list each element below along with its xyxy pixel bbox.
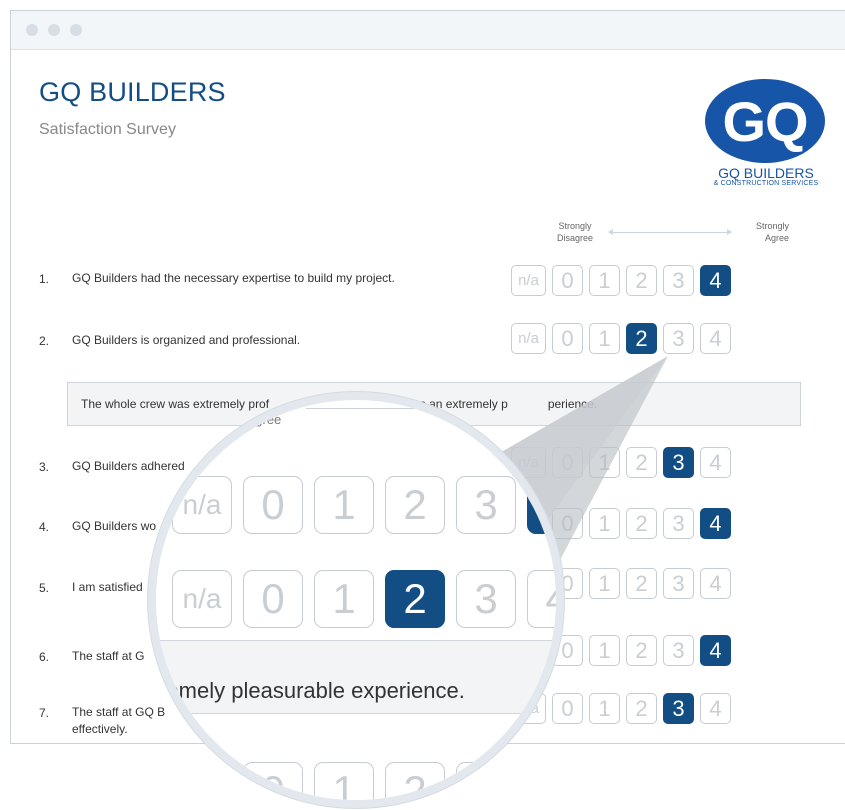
rating-option-2[interactable]: 2: [626, 323, 657, 354]
magnified-rating-option-na: n/a: [172, 762, 232, 800]
rating-option-2[interactable]: 2: [626, 265, 657, 296]
rating-option-1[interactable]: 1: [589, 693, 620, 724]
rating-option-0[interactable]: 0: [552, 447, 583, 478]
rating-option-3[interactable]: 3: [663, 447, 694, 478]
window-control-minimize[interactable]: [48, 24, 60, 36]
window-control-maximize[interactable]: [70, 24, 82, 36]
scale-label-disagree: Strongly Disagree: [557, 220, 593, 244]
rating-option-3[interactable]: 3: [663, 693, 694, 724]
question-text-line: The staff at G: [72, 649, 145, 663]
question-number: 2.: [39, 334, 50, 348]
question-text-line: GQ Builders is organized and professiona…: [72, 333, 301, 347]
magnified-rating-option-na: n/a: [172, 476, 232, 534]
rating-option-0[interactable]: 0: [552, 323, 583, 354]
rating-option-1[interactable]: 1: [589, 635, 620, 666]
magnified-rating-option-4: 4: [527, 570, 556, 628]
scale-right-line2: Agree: [765, 233, 790, 243]
survey-subtitle: Satisfaction Survey: [39, 121, 176, 138]
rating-option-4[interactable]: 4: [700, 568, 731, 599]
magnified-rating-option-0: 0: [243, 570, 303, 628]
magnified-rating-option-4: 4: [527, 762, 556, 800]
rating-group: n/a01234: [511, 265, 731, 296]
rating-option-3[interactable]: 3: [663, 568, 694, 599]
rating-option-4[interactable]: 4: [700, 447, 731, 478]
scale-left-line1: Strongly: [558, 221, 592, 231]
magnified-rating-option-0: 0: [243, 762, 303, 800]
magnified-rating-option-2: 2: [385, 762, 445, 800]
rating-option-0[interactable]: 0: [552, 693, 583, 724]
magnified-rating-option-3: 3: [456, 570, 516, 628]
rating-option-0[interactable]: 0: [552, 265, 583, 296]
rating-option-3[interactable]: 3: [663, 508, 694, 539]
rating-option-2[interactable]: 2: [626, 693, 657, 724]
rating-group: n/a01234: [511, 323, 731, 354]
question-text: GQ Builders had the necessary expertise …: [72, 270, 492, 287]
question-number: 7.: [39, 706, 50, 720]
rating-option-1[interactable]: 1: [589, 265, 620, 296]
logo-mark: GQ: [705, 79, 825, 163]
company-title: GQ BUILDERS: [39, 77, 226, 107]
rating-option-2[interactable]: 2: [626, 635, 657, 666]
rating-option-na[interactable]: n/a: [511, 265, 546, 296]
rating-option-3[interactable]: 3: [663, 323, 694, 354]
question-number: 5.: [39, 581, 50, 595]
window-control-close[interactable]: [26, 24, 38, 36]
rating-option-2[interactable]: 2: [626, 568, 657, 599]
window-titlebar: [11, 11, 845, 50]
question-number: 1.: [39, 272, 50, 286]
question-text: GQ Builders is organized and professiona…: [72, 332, 492, 349]
rating-option-4[interactable]: 4: [700, 508, 731, 539]
magnified-rating-option-2: 2: [385, 476, 445, 534]
magnified-rating-option-1: 1: [314, 570, 374, 628]
company-logo: GQ GQ BUILDERS & CONSTRUCTION SERVICES: [701, 79, 831, 199]
question-number: 3.: [39, 460, 50, 474]
magnified-rating-option-1: 1: [314, 762, 374, 800]
scale-label-agree: Strongly Agree: [756, 220, 789, 244]
magnified-rating-option-2: 2: [385, 570, 445, 628]
magnified-comment-text: tremely pleasurable experience.: [153, 678, 465, 703]
rating-option-1[interactable]: 1: [589, 568, 620, 599]
scale-right-line1: Strongly: [756, 221, 790, 231]
logo-tagline: & CONSTRUCTION SERVICES: [713, 180, 819, 187]
magnified-scale-label: agree: [248, 412, 282, 427]
rating-option-4[interactable]: 4: [700, 635, 731, 666]
rating-option-1[interactable]: 1: [589, 323, 620, 354]
magnified-rating-option-na: n/a: [172, 570, 232, 628]
question-text-line: effectively.: [72, 722, 128, 736]
question-text-line: GQ Builders wo: [72, 519, 157, 533]
rating-option-0[interactable]: 0: [552, 508, 583, 539]
rating-option-4[interactable]: 4: [700, 693, 731, 724]
rating-option-3[interactable]: 3: [663, 265, 694, 296]
rating-option-1[interactable]: 1: [589, 508, 620, 539]
question-text-line: I am satisfied: [72, 580, 143, 594]
magnified-rating-option-3: 3: [456, 476, 516, 534]
magnified-scale-arrow: [306, 408, 476, 409]
magnified-rating-option-3: 3: [456, 762, 516, 800]
question-text-line: The staff at GQ B: [72, 705, 166, 719]
rating-option-1[interactable]: 1: [589, 447, 620, 478]
magnifier-lens: agreen/a01234n/a01234n/a01234tremely ple…: [148, 392, 564, 808]
scale-arrow: [608, 229, 732, 235]
rating-option-2[interactable]: 2: [626, 508, 657, 539]
question-text-line: GQ Builders had the necessary expertise …: [72, 271, 395, 285]
rating-option-3[interactable]: 3: [663, 635, 694, 666]
rating-option-4[interactable]: 4: [700, 265, 731, 296]
scale-left-line2: Disagree: [557, 233, 594, 243]
question-number: 6.: [39, 650, 50, 664]
magnified-rating-option-0: 0: [243, 476, 303, 534]
logo-name: GQ BUILDERS: [718, 165, 814, 181]
rating-option-na[interactable]: n/a: [511, 323, 546, 354]
rating-option-4[interactable]: 4: [700, 323, 731, 354]
question-number: 4.: [39, 520, 50, 534]
magnified-rating-option-1: 1: [314, 476, 374, 534]
rating-option-2[interactable]: 2: [626, 447, 657, 478]
